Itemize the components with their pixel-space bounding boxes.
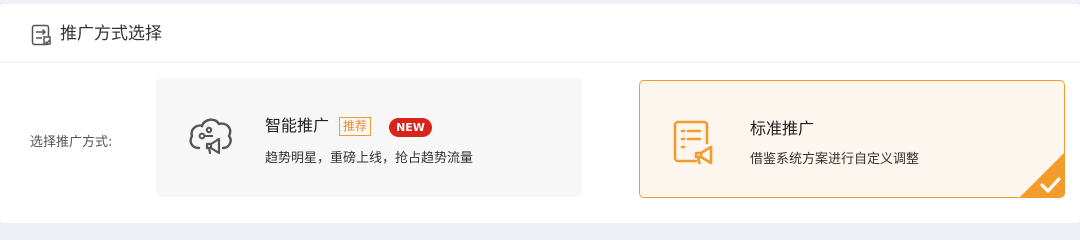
cloud-megaphone-icon — [189, 118, 232, 155]
page-title: 推广方式选择 — [60, 24, 162, 44]
promotion-method-label: 选择推广方式: — [30, 135, 113, 150]
smart-promotion-title: 智能推广 — [265, 116, 330, 135]
new-badge: NEW — [389, 118, 432, 137]
smart-promotion-card[interactable]: 智能推广 推荐 NEW 趋势明星，重磅上线，抢占趋势流量 — [156, 78, 582, 197]
selected-check-icon — [1020, 153, 1064, 197]
smart-promotion-description: 趋势明星，重磅上线，抢占趋势流量 — [265, 151, 474, 166]
standard-promotion-card[interactable]: 标准推广 借鉴系统方案进行自定义调整 — [639, 80, 1065, 198]
switch-icon — [31, 24, 51, 46]
standard-promotion-description: 借鉴系统方案进行自定义调整 — [750, 152, 920, 167]
standard-promotion-title: 标准推广 — [750, 119, 815, 138]
recommend-tag: 推荐 — [339, 117, 372, 136]
document-megaphone-icon — [673, 120, 713, 165]
panel-header: 推广方式选择 — [0, 4, 1080, 63]
